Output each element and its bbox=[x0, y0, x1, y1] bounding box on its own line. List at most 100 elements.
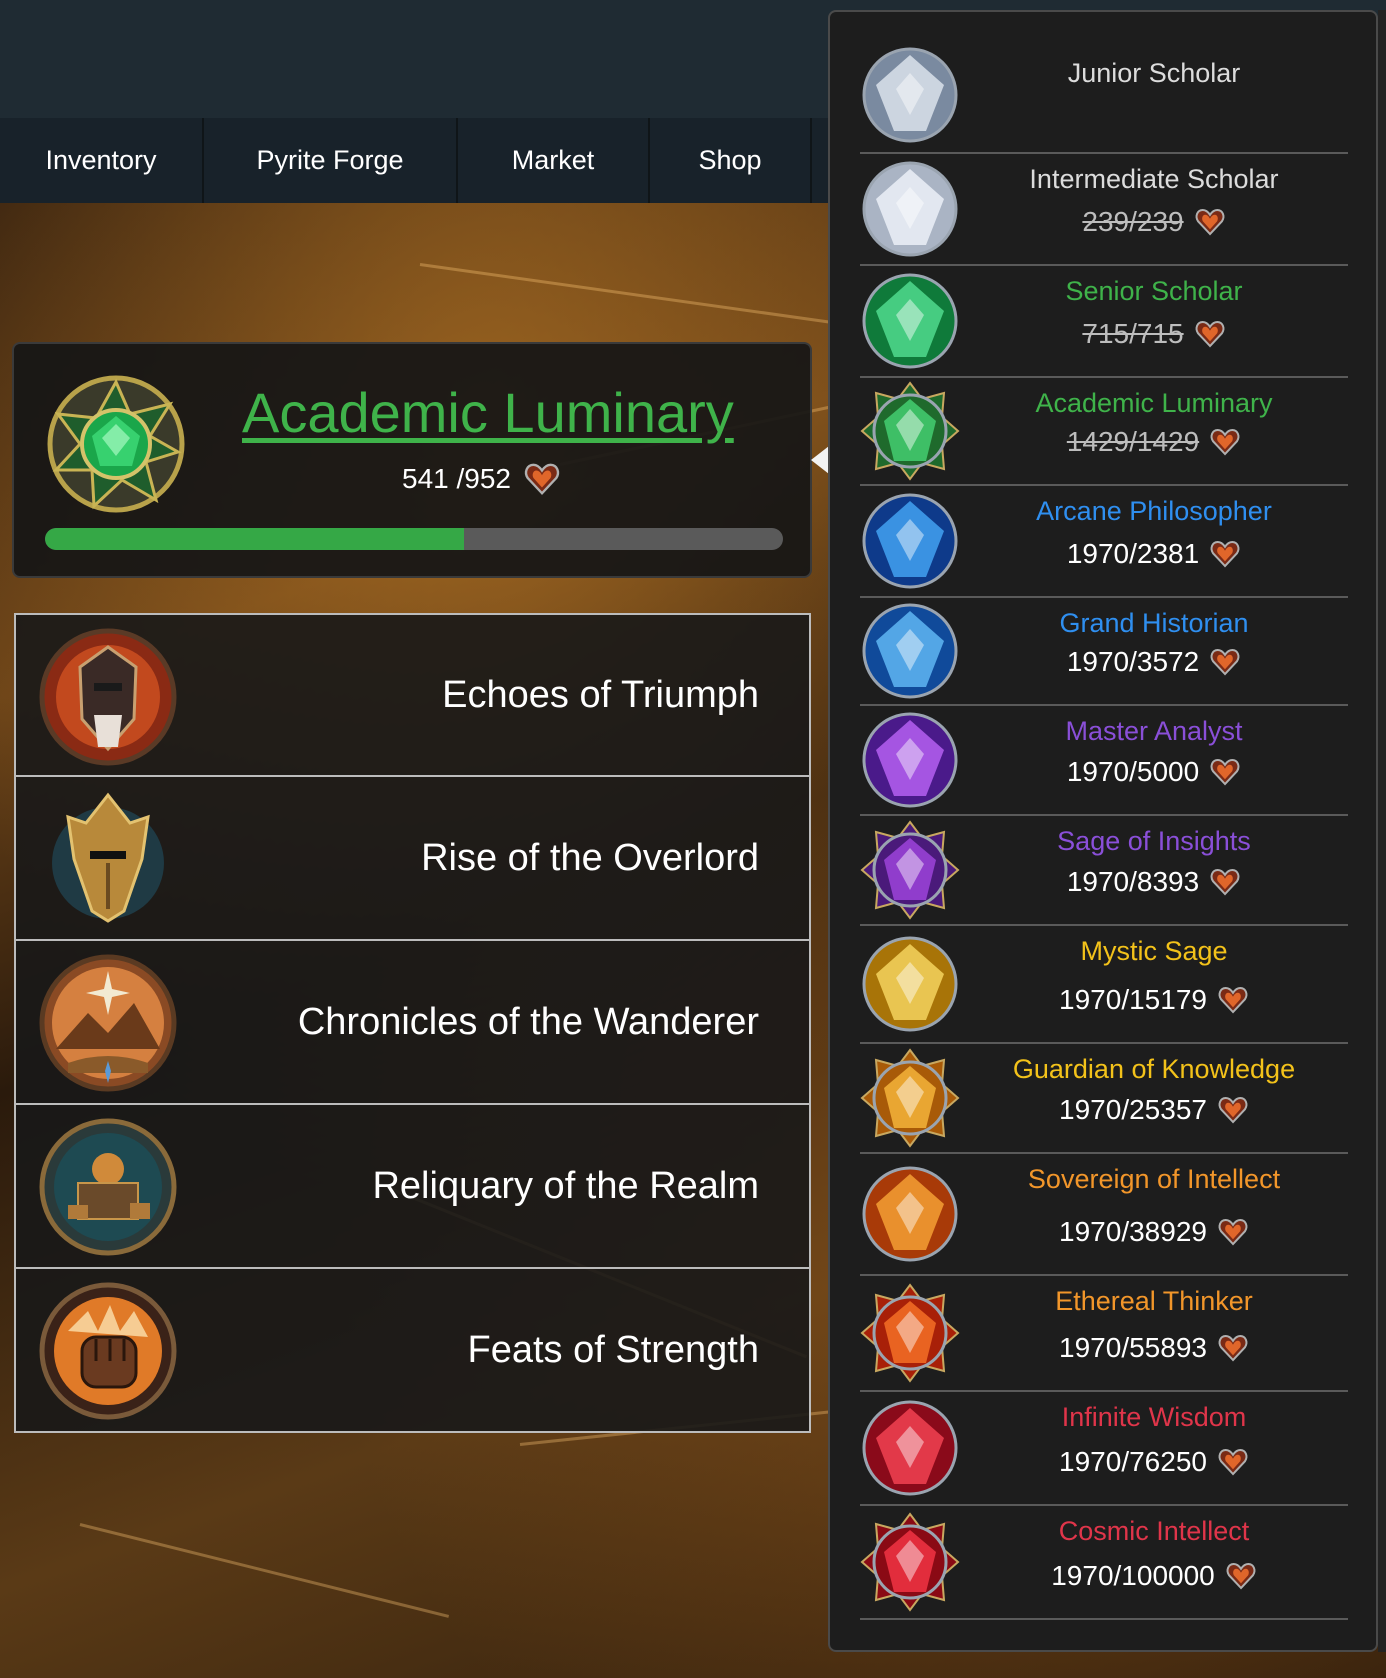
ornate-fire-opal-icon bbox=[860, 1283, 960, 1383]
heart-gem-icon bbox=[1210, 868, 1240, 896]
collection-chronicles-of-the-wanderer[interactable]: Chronicles of the Wanderer bbox=[14, 941, 811, 1105]
tier-row: Guardian of Knowledge 1970/25357 bbox=[860, 1044, 1348, 1154]
ruby-icon bbox=[862, 1400, 958, 1496]
tier-row: Intermediate Scholar 239/239 bbox=[860, 154, 1348, 266]
topaz-icon bbox=[862, 936, 958, 1032]
nav-market[interactable]: Market bbox=[458, 118, 650, 203]
ornate-ruby-icon bbox=[860, 1512, 960, 1612]
collection-feats-of-strength[interactable]: Feats of Strength bbox=[14, 1269, 811, 1433]
tier-progress-text: 1970/25357 bbox=[1059, 1094, 1207, 1125]
academic-luminary-badge-icon bbox=[47, 375, 185, 513]
nav-label: Pyrite Forge bbox=[256, 145, 404, 175]
heart-gem-icon bbox=[1218, 1334, 1248, 1362]
current-rank-card: Academic Luminary 541 /952 bbox=[12, 342, 812, 578]
tier-name: Intermediate Scholar bbox=[1029, 164, 1279, 194]
tier-row: Mystic Sage 1970/15179 bbox=[860, 926, 1348, 1044]
heart-gem-icon bbox=[524, 463, 560, 495]
fist-icon bbox=[39, 1282, 177, 1420]
tier-name: Senior Scholar bbox=[1065, 276, 1243, 306]
tier-row: Junior Scholar bbox=[860, 38, 1348, 154]
tier-name: Cosmic Intellect bbox=[1058, 1516, 1250, 1546]
tier-progress: 1970/100000 bbox=[960, 1560, 1348, 1592]
heart-gem-icon bbox=[1210, 648, 1240, 676]
tier-progress: 1970/8393 bbox=[960, 866, 1348, 898]
rank-progress-fill bbox=[45, 528, 465, 550]
nav-shop[interactable]: Shop bbox=[650, 118, 812, 203]
tier-name: Ethereal Thinker bbox=[1055, 1286, 1253, 1316]
nav-inventory[interactable]: Inventory bbox=[0, 118, 204, 203]
rank-progress: 541 /952 bbox=[402, 460, 561, 498]
collection-label: Chronicles of the Wanderer bbox=[297, 1000, 759, 1043]
tier-name: Master Analyst bbox=[1065, 716, 1243, 746]
ornate-amethyst-icon bbox=[860, 820, 960, 920]
heart-gem-icon bbox=[1195, 320, 1224, 348]
rank-title-link[interactable]: Academic Luminary bbox=[242, 380, 734, 445]
emerald-icon bbox=[862, 273, 958, 369]
tier-progress: 239/239 bbox=[960, 206, 1348, 238]
silver-crystal-icon bbox=[862, 47, 958, 143]
tier-progress: 1970/38929 bbox=[960, 1216, 1348, 1248]
tier-progress-text: 1970/100000 bbox=[1051, 1560, 1215, 1591]
tier-progress: 715/715 bbox=[960, 318, 1348, 350]
tier-progress-text: 1429/1429 bbox=[1066, 426, 1200, 457]
main-navbar: Inventory Pyrite Forge Market Shop bbox=[0, 118, 830, 203]
tier-name: Arcane Philosopher bbox=[1036, 496, 1272, 526]
nav-pyrite-forge[interactable]: Pyrite Forge bbox=[204, 118, 458, 203]
tier-progress: 1429/1429 bbox=[960, 426, 1348, 458]
tier-progress-text: 239/239 bbox=[1082, 206, 1184, 237]
tier-row: Master Analyst 1970/5000 bbox=[860, 706, 1348, 816]
dropdown-pointer bbox=[811, 446, 829, 474]
collection-label: Rise of the Overlord bbox=[421, 836, 759, 879]
heart-gem-icon bbox=[1195, 208, 1224, 236]
tier-name: Guardian of Knowledge bbox=[1012, 1054, 1296, 1084]
reliquary-icon bbox=[39, 1118, 177, 1256]
collection-label: Feats of Strength bbox=[467, 1328, 760, 1371]
heart-gem-icon bbox=[1218, 1096, 1248, 1124]
nav-label: Inventory bbox=[45, 145, 157, 175]
tier-row: Sovereign of Intellect 1970/38929 bbox=[860, 1154, 1348, 1276]
tier-progress: 1970/55893 bbox=[960, 1332, 1348, 1364]
tier-progress-text: 1970/76250 bbox=[1059, 1446, 1207, 1477]
collection-rise-of-the-overlord[interactable]: Rise of the Overlord bbox=[14, 777, 811, 941]
tier-row: Grand Historian 1970/3572 bbox=[860, 598, 1348, 706]
tier-progress: 1970/15179 bbox=[960, 984, 1348, 1016]
tier-name: Grand Historian bbox=[1059, 608, 1249, 638]
tier-name: Junior Scholar bbox=[1067, 58, 1241, 88]
tier-row: Academic Luminary 1429/1429 bbox=[860, 378, 1348, 486]
tier-progress: 1970/5000 bbox=[960, 756, 1348, 788]
tier-progress-text: 1970/55893 bbox=[1059, 1332, 1207, 1363]
tier-name: Infinite Wisdom bbox=[1061, 1402, 1247, 1432]
tier-progress: 1970/76250 bbox=[960, 1446, 1348, 1478]
blue-crystal-icon bbox=[862, 603, 958, 699]
nav-label: Shop bbox=[698, 145, 762, 175]
collection-reliquary-of-the-realm[interactable]: Reliquary of the Realm bbox=[14, 1105, 811, 1269]
tier-name: Mystic Sage bbox=[1080, 936, 1228, 966]
heart-gem-icon bbox=[1218, 1218, 1248, 1246]
tier-row: Infinite Wisdom 1970/76250 bbox=[860, 1392, 1348, 1506]
tier-progress-text: 1970/3572 bbox=[1066, 646, 1200, 677]
tier-row: Arcane Philosopher 1970/2381 bbox=[860, 486, 1348, 598]
tier-progress-text: 1970/8393 bbox=[1066, 866, 1200, 897]
overlord-helmet-icon bbox=[52, 792, 164, 923]
tier-progress: 1970/25357 bbox=[960, 1094, 1348, 1126]
ornate-topaz-icon bbox=[860, 1048, 960, 1148]
heart-gem-icon bbox=[1210, 758, 1240, 786]
heart-gem-icon bbox=[1210, 428, 1240, 456]
collection-label: Echoes of Triumph bbox=[442, 673, 759, 716]
collections-list: Echoes of Triumph Rise of the Overlord C… bbox=[14, 613, 811, 1433]
tier-name: Sage of Insights bbox=[1057, 826, 1251, 856]
rank-progress-bar bbox=[45, 528, 783, 550]
ornate-emerald-icon bbox=[860, 381, 960, 481]
compass-landscape-icon bbox=[39, 954, 177, 1092]
tier-row: Sage of Insights 1970/8393 bbox=[860, 816, 1348, 926]
fire-opal-icon bbox=[862, 1166, 958, 1262]
tier-row: Cosmic Intellect 1970/100000 bbox=[860, 1506, 1348, 1620]
diamond-icon bbox=[862, 161, 958, 257]
tier-progress-text: 1970/2381 bbox=[1066, 538, 1200, 569]
helmet-shield-icon bbox=[39, 628, 177, 766]
tier-name: Sovereign of Intellect bbox=[1027, 1164, 1281, 1194]
heart-gem-icon bbox=[1218, 986, 1248, 1014]
tier-progress: 1970/2381 bbox=[960, 538, 1348, 570]
tier-progress-text: 1970/5000 bbox=[1066, 756, 1200, 787]
collection-echoes-of-triumph[interactable]: Echoes of Triumph bbox=[14, 613, 811, 777]
